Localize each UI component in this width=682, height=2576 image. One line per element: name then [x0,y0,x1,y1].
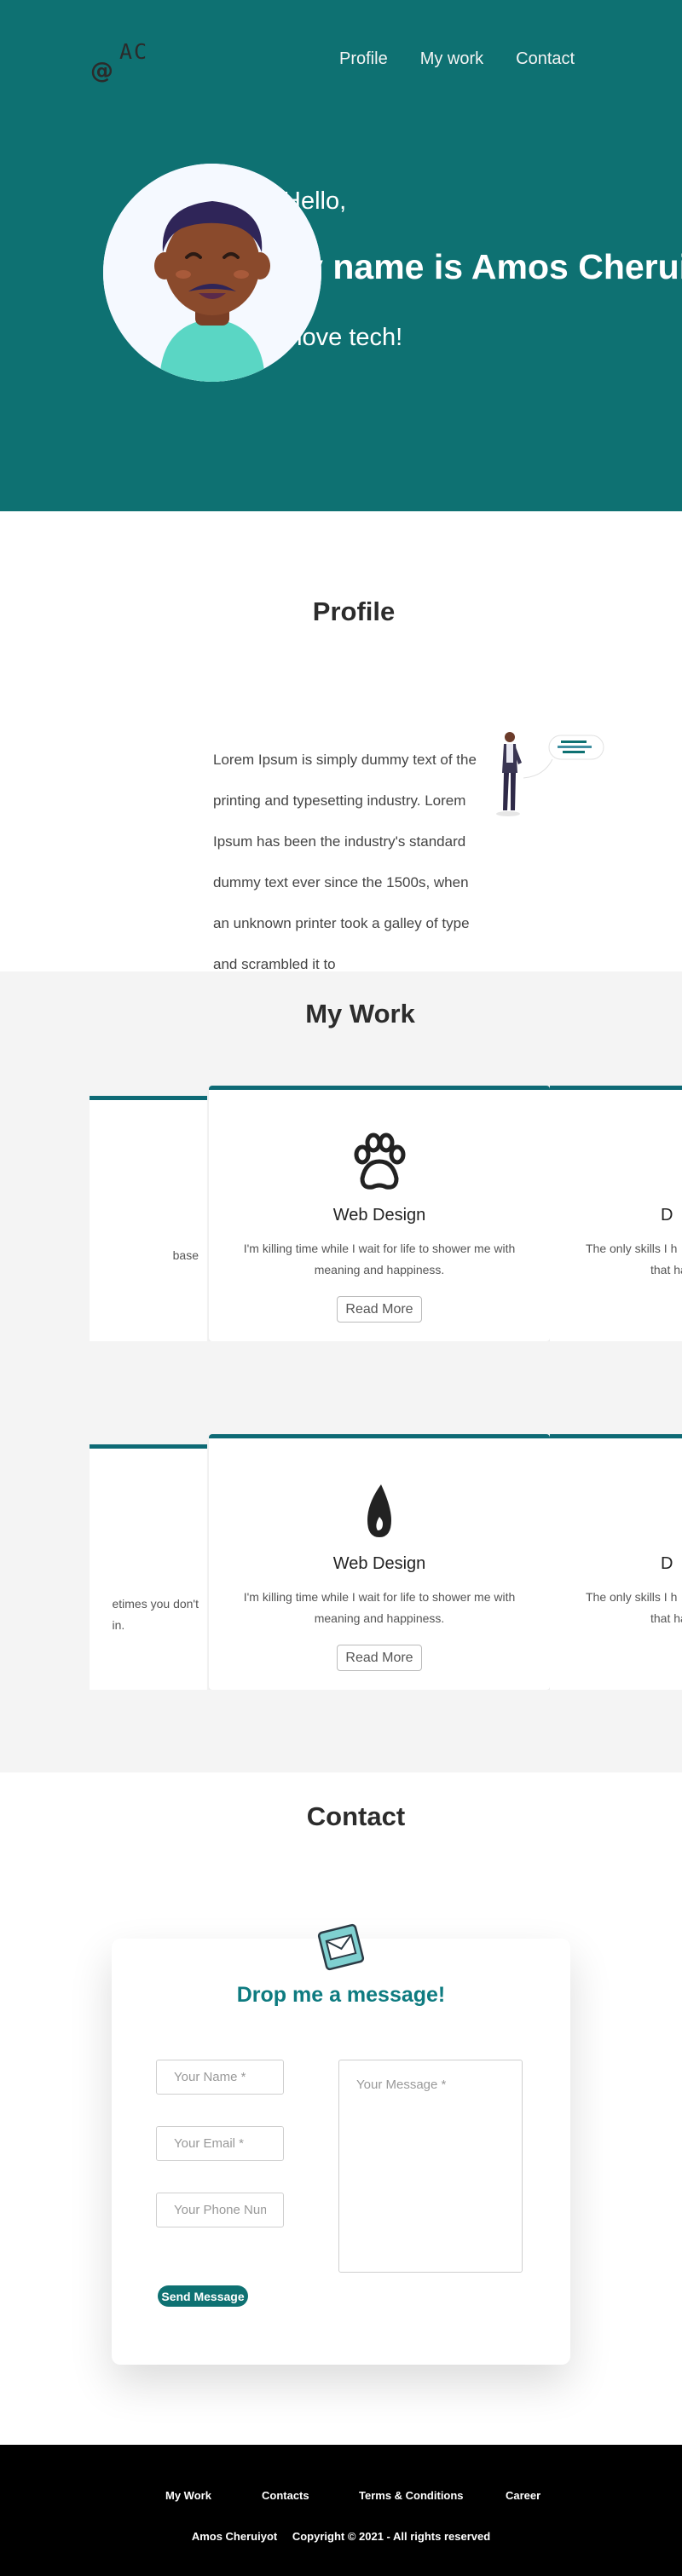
contact-title: Contact [306,1801,406,1831]
my-work-section: My Work base Web Design I'm killing time… [0,971,682,1772]
work-card-text-line: etimes you don't [112,1597,199,1611]
footer-link-my-work[interactable]: My Work [165,2489,211,2502]
work-card-description: I'm killing time while I wait for life t… [243,1242,516,1276]
work-card-title: Web Design [332,1554,426,1573]
work-card-partial: D The only skills I h that hav [550,1434,682,1690]
contact-form: Drop me a message! Send Message [112,1939,570,2365]
my-work-title: My Work [305,999,415,1029]
read-more-button[interactable]: Read More [337,1645,422,1671]
nav-profile[interactable]: Profile [339,49,388,69]
work-card-partial: base [90,1096,207,1341]
work-card-title: D [661,1554,673,1573]
avatar [103,164,321,382]
work-card-title: Web Design [332,1206,426,1225]
work-row: etimes you don't in. Web Design I'm kill… [90,1434,682,1690]
drop-icon [345,1478,413,1546]
copyright: Amos Cheruiyot Copyright © 2021 - All ri… [0,2530,682,2543]
profile-text: Lorem Ipsum is simply dummy text of the … [213,752,477,971]
footer-author: Amos Cheruiyot [191,2530,278,2543]
site-logo[interactable]: AC @ [90,39,159,90]
developer-illustration [493,729,621,822]
work-card-text: The only skills I h that hav [586,1238,682,1281]
work-card-text-line: The only skills I h [586,1242,678,1255]
email-field[interactable] [156,2126,284,2161]
message-field[interactable] [338,2060,523,2273]
footer: My Work Contacts Terms & Conditions Care… [0,2445,682,2576]
phone-field[interactable] [156,2193,284,2227]
footer-link-contacts[interactable]: Contacts [262,2489,309,2502]
work-card: Web Design I'm killing time while I wait… [209,1434,550,1690]
send-message-button[interactable]: Send Message [158,2285,248,2307]
envelope-icon [315,1922,367,1973]
work-row: base Web Design I'm killing time while I… [90,1086,682,1341]
work-card-text-line: in. [112,1618,125,1632]
person-icon [496,732,604,816]
work-card-partial: D The only skills I h that hav [550,1086,682,1341]
work-card: Web Design I'm killing time while I wait… [209,1086,550,1341]
copyright-text: Copyright © 2021 - All rights reserved [292,2530,491,2543]
read-more-button[interactable]: Read More [337,1296,422,1323]
name-field[interactable] [156,2060,284,2095]
main-nav: Profile My work Contact [339,49,607,69]
footer-link-terms[interactable]: Terms & Conditions [359,2489,464,2502]
work-card-text: The only skills I h that hav [586,1587,682,1629]
avatar-illustration [103,164,321,382]
logo-initials: AC [119,39,149,64]
work-card-text: etimes you don't in. [112,1593,199,1636]
work-card-description: I'm killing time while I wait for life t… [243,1590,516,1625]
work-card-partial: etimes you don't in. [90,1444,207,1690]
nav-my-work[interactable]: My work [420,49,483,69]
work-card-text-line: The only skills I h [586,1590,678,1604]
nav-contact[interactable]: Contact [516,49,575,69]
work-card-title: D [661,1206,673,1225]
profile-title: Profile [312,596,396,626]
logo-at-symbol: @ [90,58,113,84]
work-card-text: base [172,1248,199,1262]
paw-icon [345,1129,413,1197]
work-card-text-line: that hav [650,1263,682,1276]
hero-name: My name is Amos Cheruiyot [275,247,682,286]
work-card-text-line: that hav [650,1611,682,1625]
hero-section: AC @ Profile My work Contact Hello, My n… [0,0,682,511]
form-title: Drop me a message! [236,1983,446,2007]
footer-link-career[interactable]: Career [506,2489,540,2502]
